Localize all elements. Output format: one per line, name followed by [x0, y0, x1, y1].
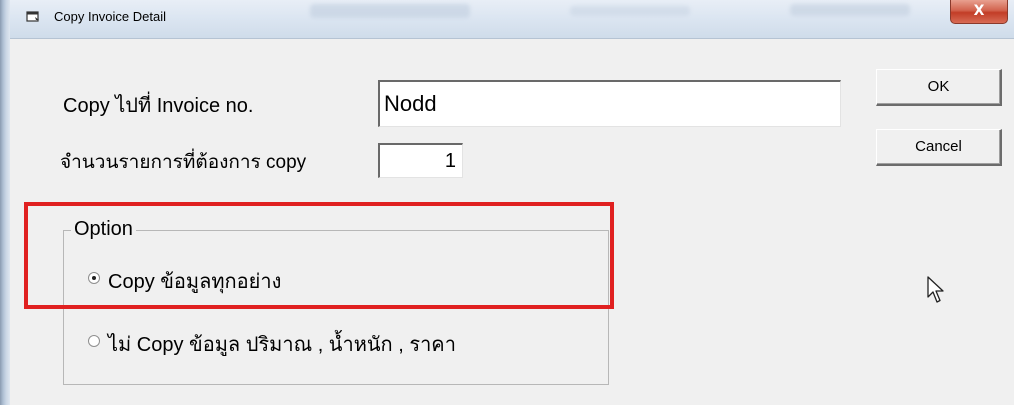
- cancel-button[interactable]: Cancel: [876, 129, 1002, 166]
- invoice-number-label: Copy ไปที่ Invoice no.: [63, 95, 254, 117]
- window-title: Copy Invoice Detail: [54, 9, 166, 24]
- window-icon: [26, 11, 39, 22]
- close-button[interactable]: X: [950, 0, 1008, 24]
- titlebar-background-blur: [570, 6, 690, 16]
- red-highlight-box: [24, 202, 614, 309]
- copy-partial-radio[interactable]: [88, 335, 100, 347]
- titlebar-background-blur: [310, 4, 470, 18]
- close-icon: X: [973, 3, 985, 19]
- copy-count-label: จำนวนรายการที่ต้องการ copy: [60, 152, 307, 173]
- mouse-pointer-icon: [927, 276, 944, 303]
- window-left-edge: [0, 0, 10, 405]
- copy-count-input[interactable]: [378, 143, 463, 178]
- ok-button[interactable]: OK: [876, 69, 1002, 106]
- dialog-window: Copy Invoice Detail X Copy ไปที่ Invoice…: [0, 0, 1014, 405]
- titlebar-background-blur: [790, 4, 910, 16]
- copy-partial-label[interactable]: ไม่ Copy ข้อมูล ปริมาณ , น้ำหนัก , ราคา: [108, 328, 456, 360]
- invoice-number-input[interactable]: [378, 80, 841, 127]
